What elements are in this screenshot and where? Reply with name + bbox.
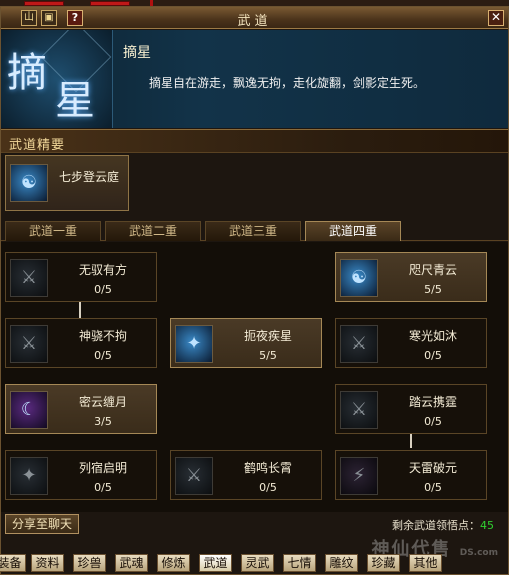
window-title: 武道	[237, 14, 272, 29]
crane-icon: ⚔	[175, 457, 213, 495]
bottom-tab-collection[interactable]: 珍藏	[367, 554, 400, 572]
skill-slot-level: 0/5	[424, 481, 442, 494]
skill-slot-name: 鹤鸣长霄	[243, 461, 292, 475]
skill-slot-name: 咫尺青云	[408, 263, 457, 277]
section-title: 武道精要	[9, 138, 66, 153]
bottom-tab-wudao[interactable]: 武道	[199, 554, 232, 572]
meditation-icon: ☯	[10, 164, 48, 202]
skill-slot-level: 0/5	[259, 481, 277, 494]
skill-slot[interactable]: ⚔ 寒光如沐 0/5	[335, 318, 487, 368]
tier-tabs: 武道一重 武道二重 武道三重 武道四重	[1, 221, 508, 241]
bottom-tab-pets[interactable]: 珍兽	[73, 554, 106, 572]
boot-icon: ⚔	[10, 325, 48, 363]
thunder-icon: ⚡	[340, 457, 378, 495]
skill-slot[interactable]: ☯ 咫尺青云 5/5	[335, 252, 487, 302]
skill-slot-name: 列宿启明	[78, 461, 127, 475]
skill-slot[interactable]: ⚔ 鹤鸣长霄 0/5	[170, 450, 322, 500]
skill-slot[interactable]: ⚡ 天雷破元 0/5	[335, 450, 487, 500]
close-button[interactable]: ✕	[488, 10, 504, 26]
bottom-tab-emotions[interactable]: 七情	[283, 554, 316, 572]
skill-slot[interactable]: ⚔ 无驭有方 0/5	[5, 252, 157, 302]
skill-slot-level: 5/5	[259, 349, 277, 362]
main-skill-name: 七步登云庭	[58, 170, 119, 184]
skill-slot-name: 密云缠月	[78, 395, 127, 409]
remaining-points: 剩余武道领悟点：45	[392, 517, 494, 533]
skill-slot-level: 0/5	[424, 349, 442, 362]
skill-slot-level: 3/5	[94, 415, 112, 428]
bottom-tab-engraving[interactable]: 雕纹	[325, 554, 358, 572]
skill-slot[interactable]: ☾ 密云缠月 3/5	[5, 384, 157, 434]
tab-label: 武道四重	[328, 224, 377, 238]
skill-slot[interactable]: ⚔ 神骁不拘 0/5	[5, 318, 157, 368]
skill-slot-name: 踏云携霆	[408, 395, 457, 409]
cloud-step-icon: ☯	[340, 259, 378, 297]
emblem-char-1: 摘	[7, 50, 47, 96]
tree-connector	[410, 432, 412, 448]
bottom-tab-warsoul[interactable]: 武魂	[115, 554, 148, 572]
bottom-tab-spirit-weapon[interactable]: 灵武	[241, 554, 274, 572]
skill-header: 摘 星 摘星 摘星自在游走，飘逸无拘，走化旋翻，剑影定生死。	[1, 30, 508, 128]
skill-slot-level: 0/5	[94, 481, 112, 494]
tab-tier-3[interactable]: 武道三重	[205, 221, 301, 241]
skill-slot-level: 0/5	[94, 349, 112, 362]
emblem-char-2: 星	[55, 78, 95, 124]
skill-slot[interactable]: ✦ 列宿启明 0/5	[5, 450, 157, 500]
tab-tier-2[interactable]: 武道二重	[105, 221, 201, 241]
skill-description: 摘星自在游走，飘逸无拘，走化旋翻，剑影定生死。	[149, 76, 426, 90]
remaining-points-value: 45	[480, 519, 494, 532]
moon-swirl-icon: ☾	[10, 391, 48, 429]
skill-slot-name: 神骁不拘	[78, 329, 127, 343]
skill-slot-level: 5/5	[424, 283, 442, 296]
skill-slot-name: 无驭有方	[78, 263, 127, 277]
skill-slot-level: 0/5	[94, 283, 112, 296]
bottom-tab-profile[interactable]: 资料	[31, 554, 64, 572]
skill-emblem: 摘 星	[1, 30, 113, 128]
title-bar[interactable]: 山 ▣ ? 武道 ✕	[1, 7, 508, 29]
tab-label: 武道二重	[128, 224, 177, 238]
skill-name: 摘星	[123, 45, 151, 61]
tab-label: 武道一重	[28, 224, 77, 238]
skill-slot[interactable]: ✦ 扼夜疾星 5/5	[170, 318, 322, 368]
tab-tier-1[interactable]: 武道一重	[5, 221, 101, 241]
tree-connector	[79, 302, 81, 318]
wudao-window: 山 ▣ ? 武道 ✕ 摘 星 摘星 摘星自在游走，飘逸无拘，走化旋翻，剑影定生死…	[0, 6, 509, 575]
section-header: 武道精要	[1, 129, 508, 153]
boot-icon: ⚔	[10, 259, 48, 297]
remaining-points-label: 剩余武道领悟点：	[392, 519, 480, 532]
star-orbs-icon: ✦	[10, 457, 48, 495]
skill-slot-name: 天雷破元	[408, 461, 457, 475]
boot-icon: ⚔	[340, 325, 378, 363]
skill-slot[interactable]: ⚔ 踏云携霆 0/5	[335, 384, 487, 434]
bottom-tab-equipment[interactable]: 装备	[0, 554, 26, 572]
main-skill-slot[interactable]: ☯ 七步登云庭	[5, 155, 129, 211]
star-orbs-icon: ✦	[175, 325, 213, 363]
tab-tier-4[interactable]: 武道四重	[305, 221, 401, 241]
skill-slot-level: 0/5	[424, 415, 442, 428]
bottom-tab-other[interactable]: 其他	[409, 554, 442, 572]
skill-slot-name: 扼夜疾星	[243, 329, 292, 343]
bottom-tab-training[interactable]: 修炼	[157, 554, 190, 572]
tab-label: 武道三重	[228, 224, 277, 238]
boot-icon: ⚔	[340, 391, 378, 429]
bottom-tab-bar: 装备 资料 珍兽 武魂 修炼 武道 灵武 七情 雕纹 珍藏 其他	[0, 552, 508, 574]
share-to-chat-button[interactable]: 分享至聊天	[5, 514, 79, 534]
skill-slot-name: 寒光如沐	[408, 329, 457, 343]
skill-tree: ⚔ 无驭有方 0/5 ☯ 咫尺青云 5/5 ⚔ 神骁不拘 0/5 ✦ 扼夜疾星 …	[1, 242, 508, 512]
